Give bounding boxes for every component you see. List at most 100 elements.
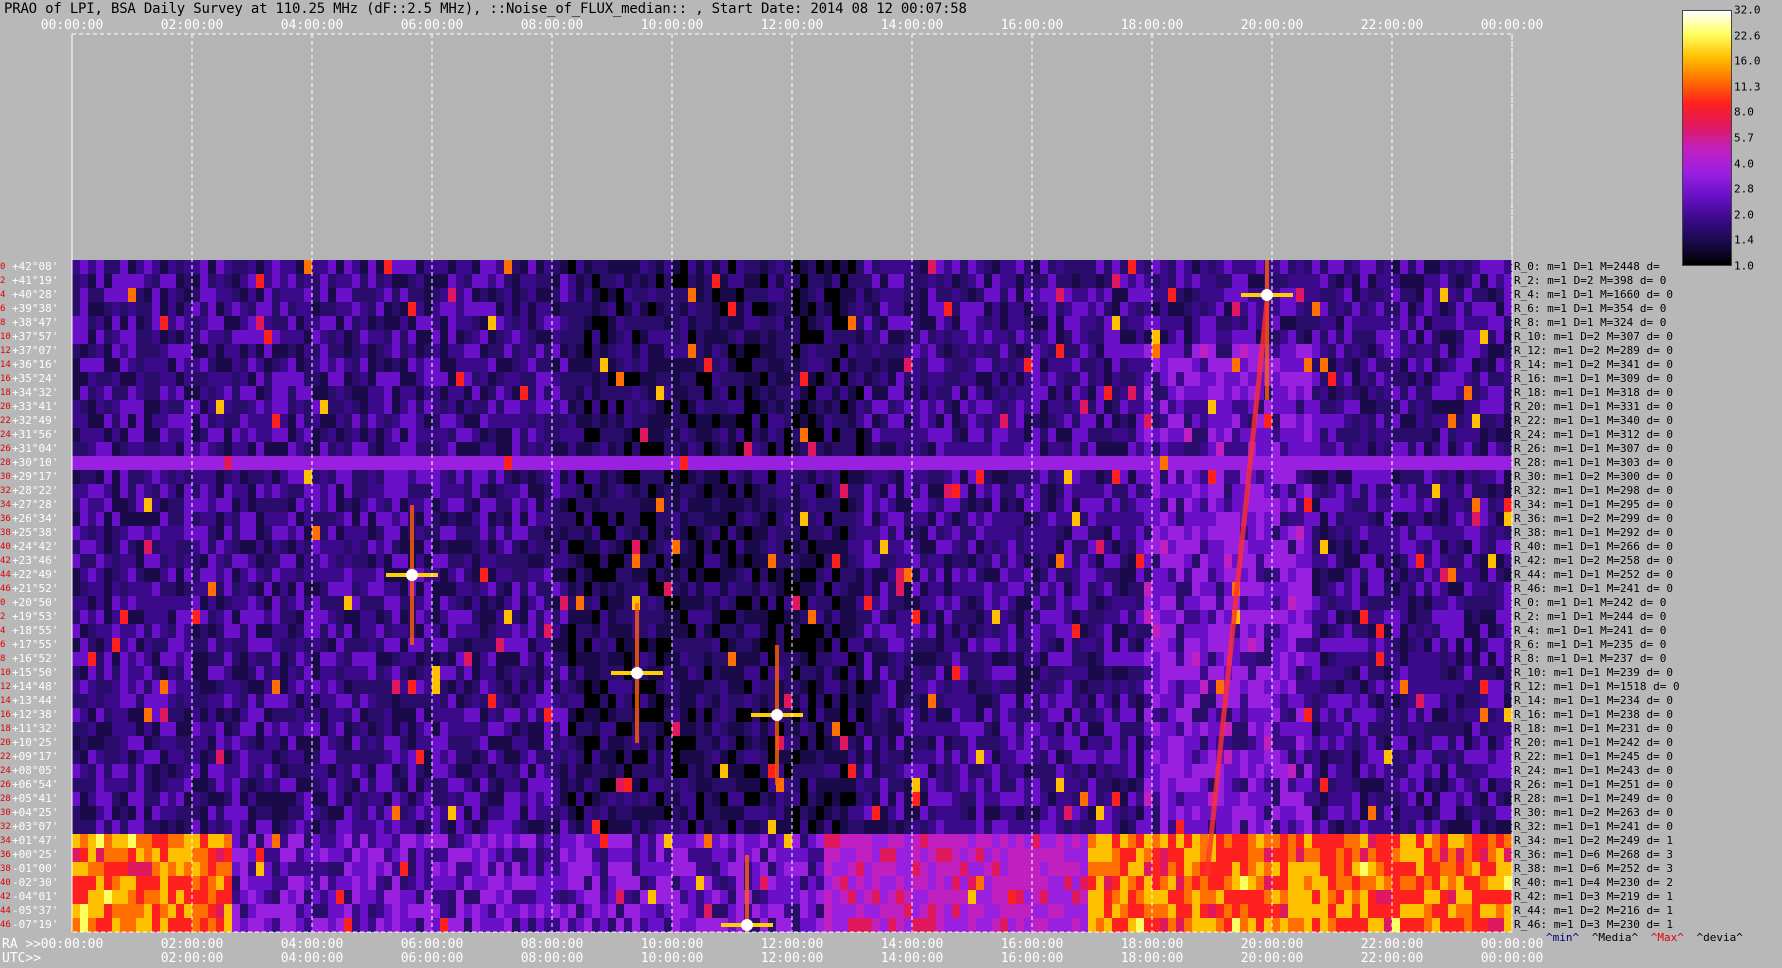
row-stat: R_30: m=1 D=2 M=300 d= 0 [1514,470,1673,483]
declination-label: -07°19' [12,918,59,931]
row-stat: R_32: m=1 D=1 M=298 d= 0 [1514,484,1673,497]
row-index: 12 [0,346,11,356]
row-stat: R_6: m=1 D=1 M=235 d= 0 [1514,638,1667,651]
colorbar-tick: 8.0 [1734,105,1754,119]
declination-label: +32°49' [12,414,59,427]
declination-row: 32 +28°22' [0,484,72,498]
row-stat: R_4: m=1 D=1 M=1660 d= 0 [1514,288,1673,301]
row-stat: R_12: m=1 D=1 M=1518 d= 0 [1514,680,1680,693]
row-stat: R_10: m=1 D=1 M=239 d= 0 [1514,666,1673,679]
declination-label: +05°41' [12,792,59,805]
row-index: 2 [0,276,6,286]
declination-row: 16 +12°38' [0,708,72,722]
row-stat: R_36: m=1 D=2 M=299 d= 0 [1514,512,1673,525]
declination-row: 38 +25°38' [0,526,72,540]
declination-row: 24 +31°56' [0,428,72,442]
declination-labels: 0 +42°08' 2 +41°19' 4 +40°28' 6 +39°38' 8 +38°47'… [0,260,72,932]
row-stat: R_30: m=1 D=2 M=263 d= 0 [1514,806,1673,819]
declination-label: +40°28' [12,288,59,301]
declination-row: 34 +01°47' [0,834,72,848]
declination-row: 34 +27°28' [0,498,72,512]
stats-legend-median: ^Media^ [1591,931,1639,944]
top-axis-tick: 22:00:00 [1360,18,1424,33]
row-stat: R_0: m=1 D=1 M=2448 d= [1514,260,1660,273]
declination-label: -04°01' [12,890,59,903]
ra-axis-tick: 12:00:00 [760,937,824,952]
heatmap-svg [72,260,1512,932]
row-stat: R_42: m=1 D=3 M=219 d= 1 [1514,890,1673,903]
declination-row: 6 +39°38' [0,302,72,316]
row-stat: R_6: m=1 D=1 M=354 d= 0 [1514,302,1667,315]
bright-source-mark [741,919,753,931]
utc-axis-tick: 10:00:00 [640,951,704,966]
row-stat: R_46: m=1 D=1 M=241 d= 0 [1514,582,1673,595]
declination-label: +21°52' [12,582,59,595]
colorbar [1682,10,1732,266]
declination-label: -01°00' [12,862,59,875]
heatmap-cells [72,260,1512,932]
declination-label: +37°57' [12,330,59,343]
declination-row: 30 +04°25' [0,806,72,820]
row-stat: R_44: m=1 D=2 M=216 d= 1 [1514,904,1673,917]
row-index: 20 [0,738,11,748]
utc-axis-tick: 04:00:00 [280,951,344,966]
declination-label: +09°17' [12,750,59,763]
ra-axis-tick: 18:00:00 [1120,937,1184,952]
declination-row: 2 +19°53' [0,610,72,624]
colorbar-ticks: 32.0 22.6 16.0 11.3 8.0 5.7 4.0 2.8 2.0 1.4 1.0 [1734,2,1782,273]
row-stat: R_8: m=1 D=1 M=237 d= 0 [1514,652,1667,665]
declination-label: +38°47' [12,316,59,329]
declination-row: 2 +41°19' [0,274,72,288]
declination-label: +29°17' [12,470,59,483]
declination-row: 42 +23°46' [0,554,72,568]
row-index: 34 [0,836,11,846]
row-index: 40 [0,878,11,888]
row-index: 16 [0,374,11,384]
top-axis-tick: 18:00:00 [1120,18,1184,33]
declination-label: +17°55' [12,638,59,651]
colorbar-tick: 2.0 [1734,208,1754,222]
row-index: 32 [0,486,11,496]
declination-label: +42°08' [12,260,59,273]
row-stat: R_36: m=1 D=6 M=268 d= 3 [1514,848,1673,861]
row-index: 28 [0,458,11,468]
declination-row: 18 +11°32' [0,722,72,736]
row-index: 44 [0,906,11,916]
heatmap-plot[interactable] [72,260,1512,932]
declination-label: +06°54' [12,778,59,791]
declination-row: 22 +32°49' [0,414,72,428]
row-index: 36 [0,850,11,860]
declination-row: 40 +24°42' [0,540,72,554]
row-stat: R_16: m=1 D=1 M=309 d= 0 [1514,372,1673,385]
declination-label: +35°24' [12,372,59,385]
top-time-axis: 00:00:00 02:00:00 04:00:00 06:00:00 08:00:00… [0,18,1544,34]
row-stat: R_28: m=1 D=1 M=249 d= 0 [1514,792,1673,805]
declination-label: +20°50' [12,596,59,609]
stats-legend: ^min^ ^Media^ ^Max^ ^devia^ [1546,931,1749,944]
row-stat: R_8: m=1 D=1 M=324 d= 0 [1514,316,1667,329]
utc-axis: 02:00:00 04:00:00 06:00:00 08:00:00 10:00:00… [0,951,1544,967]
row-index: 38 [0,864,11,874]
ra-axis-tick: 04:00:00 [280,937,344,952]
row-stat: R_22: m=1 D=1 M=245 d= 0 [1514,750,1673,763]
row-index: 6 [0,640,6,650]
top-axis-tick: 00:00:00 [1480,18,1544,33]
colorbar-tick: 11.3 [1734,80,1761,94]
top-axis-tick: 12:00:00 [760,18,824,33]
row-index: 20 [0,402,11,412]
declination-row: 32 +03°07' [0,820,72,834]
declination-label: +37°07' [12,344,59,357]
declination-label: +22°49' [12,568,59,581]
row-stat: R_24: m=1 D=1 M=243 d= 0 [1514,764,1673,777]
row-index: 24 [0,430,11,440]
declination-label: +33°41' [12,400,59,413]
declination-label: +30°10' [12,456,59,469]
stats-legend-max: ^Max^ [1650,931,1684,944]
row-stat: R_46: m=1 D=3 M=230 d= 1 [1514,918,1673,931]
row-index: 2 [0,612,6,622]
declination-label: +34°32' [12,386,59,399]
row-stat: R_26: m=1 D=1 M=307 d= 0 [1514,442,1673,455]
declination-row: 8 +38°47' [0,316,72,330]
utc-axis-tick: 06:00:00 [400,951,464,966]
ra-axis-tick: 00:00:00 [1480,937,1544,952]
